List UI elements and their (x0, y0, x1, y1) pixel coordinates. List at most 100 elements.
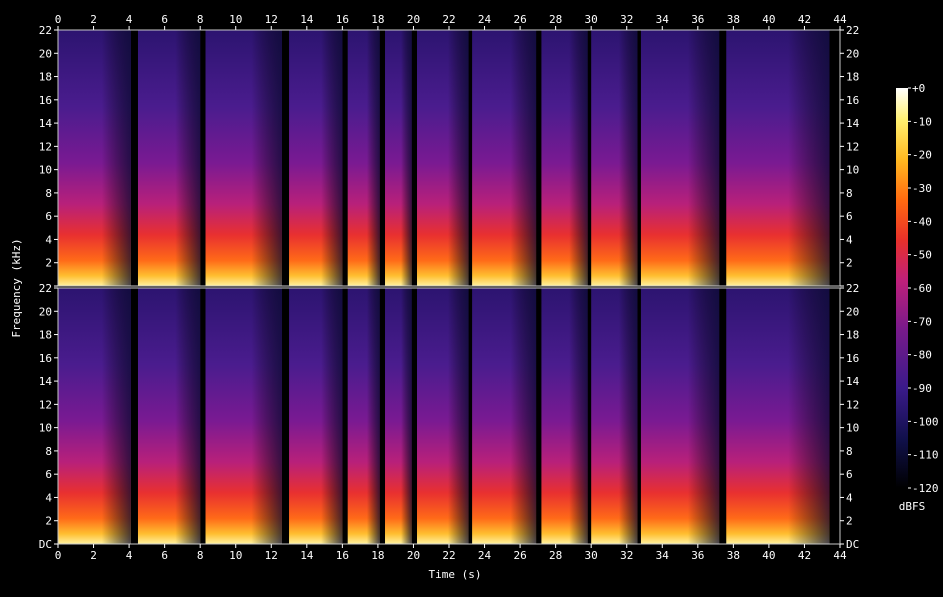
x-tick-label-bottom: 26 (513, 549, 526, 562)
y-tick-label-left: 20 (39, 47, 52, 60)
x-tick-label-top: 36 (691, 13, 704, 26)
colorbar-tick-label: -70 (912, 315, 932, 328)
x-tick-label-bottom: 36 (691, 549, 704, 562)
x-tick-label-bottom: 4 (126, 549, 133, 562)
y-tick-label-left: 16 (39, 94, 52, 107)
channel-2-segment-2-decay (137, 288, 201, 544)
colorbar-tick-label: -110 (912, 449, 939, 462)
x-tick-label-top: 12 (265, 13, 278, 26)
colorbar-tick-label: -20 (912, 149, 932, 162)
spectrogram-figure: 2 2 4 4 6 6 8 8 10 10 12 12 14 14 16 16 18 18 20 20 22 22 DC DC… (0, 0, 943, 593)
y-tick-label-left: 2 (45, 257, 52, 270)
y-axis-label: Frequency (kHz) (10, 238, 23, 337)
y-tick-label-right: 4 (846, 491, 853, 504)
x-tick-label-bottom: 16 (336, 549, 349, 562)
channel-2-segment-5-decay (347, 288, 380, 544)
x-tick-label-top: 34 (656, 13, 670, 26)
y-tick-label-right: 6 (846, 210, 853, 223)
channel-1-segment-7-decay (417, 30, 469, 286)
x-tick-label-top: 10 (229, 13, 242, 26)
x-tick-label-bottom: 6 (161, 549, 168, 562)
channel-1-segment-10-decay (591, 30, 638, 286)
colorbar-tick-label: -30 (912, 182, 932, 195)
x-tick-label-top: 30 (585, 13, 598, 26)
channel-2-segment-4-decay (289, 288, 343, 544)
x-tick-label-top: 26 (513, 13, 526, 26)
y-tick-label-right: 22 (846, 24, 859, 37)
colorbar-tick-label: -60 (912, 282, 932, 295)
x-tick-label-bottom: 40 (762, 549, 775, 562)
channel-2-segment-7-decay (417, 288, 469, 544)
x-tick-label-bottom: 30 (585, 549, 598, 562)
x-axis-label: Time (s) (429, 568, 482, 581)
x-tick-label-top: 0 (55, 13, 62, 26)
y-tick-label-left: 16 (39, 352, 52, 365)
y-tick-label-left: 22 (39, 282, 52, 295)
x-tick-label-top: 32 (620, 13, 633, 26)
channel-2-segment-12-decay (726, 288, 830, 544)
x-tick-label-bottom: 14 (300, 549, 314, 562)
y-tick-label-right: 6 (846, 468, 853, 481)
x-tick-label-bottom: 24 (478, 549, 492, 562)
colorbar-label: dBFS (899, 500, 926, 513)
y-tick-label-right: 10 (846, 422, 859, 435)
channel-2-segment-1-decay (58, 288, 131, 544)
y-tick-label-right: 8 (846, 445, 853, 458)
y-tick-label-right: 10 (846, 164, 859, 177)
y-tick-label-left: 12 (39, 140, 52, 153)
y-tick-label-right: 2 (846, 515, 853, 528)
x-tick-label-top: 28 (549, 13, 562, 26)
x-tick-label-bottom: 20 (407, 549, 420, 562)
x-tick-label-bottom: 38 (727, 549, 740, 562)
x-tick-label-top: 44 (833, 13, 847, 26)
x-tick-label-top: 22 (442, 13, 455, 26)
x-tick-label-bottom: 18 (371, 549, 384, 562)
y-tick-label-left: 20 (39, 305, 52, 318)
y-tick-label-right: DC (846, 538, 859, 551)
y-tick-label-left: 6 (45, 468, 52, 481)
channel-1-segment-1-decay (58, 30, 131, 286)
x-tick-label-top: 14 (300, 13, 314, 26)
y-tick-label-right: 2 (846, 257, 853, 270)
x-tick-label-bottom: 42 (798, 549, 811, 562)
colorbar-tick-label: -90 (912, 382, 932, 395)
x-tick-label-top: 38 (727, 13, 740, 26)
x-tick-label-top: 4 (126, 13, 133, 26)
channel-1-segment-3-decay (205, 30, 282, 286)
x-tick-label-bottom: 44 (833, 549, 847, 562)
channel-1-segment-4-decay (289, 30, 343, 286)
y-tick-label-right: 16 (846, 94, 859, 107)
colorbar-tick-label: -50 (912, 249, 932, 262)
y-tick-label-left: 4 (45, 491, 52, 504)
channel-2-segment-6-decay (385, 288, 412, 544)
x-tick-label-bottom: 22 (442, 549, 455, 562)
x-tick-label-top: 24 (478, 13, 492, 26)
channel-1-segment-11-decay (640, 30, 720, 286)
x-tick-label-top: 2 (90, 13, 97, 26)
spectrogram-svg: 2 24 46 68 810 1012 1214 1416 1618 1820 2022 22DC DC… (10, 13, 939, 581)
channel-1-segment-12-decay (726, 30, 830, 286)
x-tick-label-bottom: 34 (656, 549, 670, 562)
channel-2-segment-11-decay (640, 288, 720, 544)
y-tick-label-left: 10 (39, 422, 52, 435)
y-tick-label-left: 2 (45, 515, 52, 528)
channel-1-segment-2-decay (137, 30, 201, 286)
y-tick-label-left: 10 (39, 164, 52, 177)
y-tick-label-left: 22 (39, 24, 52, 37)
x-tick-label-bottom: 8 (197, 549, 204, 562)
channel-2-segment-3-decay (205, 288, 282, 544)
y-tick-label-left: 18 (39, 71, 52, 84)
x-tick-label-top: 8 (197, 13, 204, 26)
y-tick-label-right: 12 (846, 398, 859, 411)
y-tick-label-right: 18 (846, 71, 859, 84)
y-tick-label-right: 14 (846, 117, 860, 130)
colorbar-tick-label: -40 (912, 215, 932, 228)
x-tick-label-bottom: 28 (549, 549, 562, 562)
channel-1-segment-8-decay (472, 30, 537, 286)
channel-1-segment-6-decay (385, 30, 412, 286)
channel-2-segment-8-decay (472, 288, 537, 544)
x-tick-label-bottom: 2 (90, 549, 97, 562)
x-tick-label-top: 16 (336, 13, 349, 26)
x-tick-label-top: 18 (371, 13, 384, 26)
y-tick-label-right: 8 (846, 187, 853, 200)
